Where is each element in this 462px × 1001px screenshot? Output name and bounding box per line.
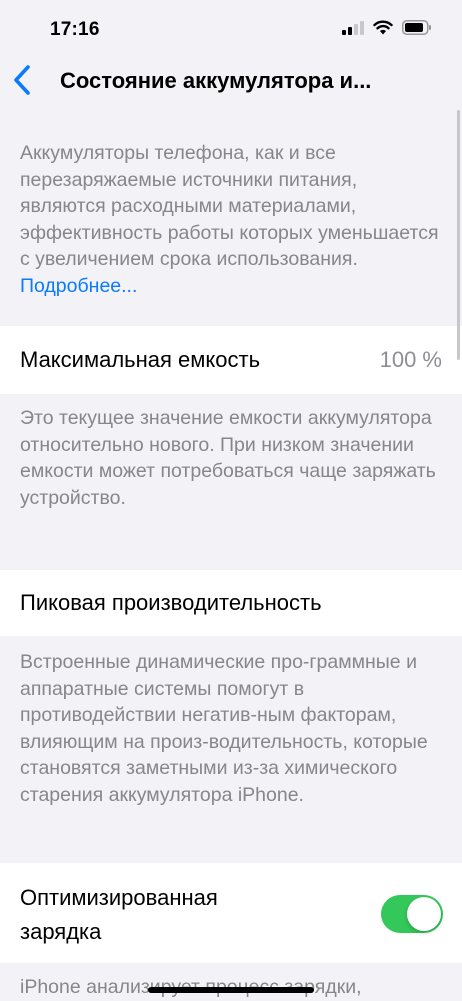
peak-performance-footnote: Встроенные динамические про-граммные и а…: [20, 651, 428, 806]
page-title: Состояние аккумулятора и...: [60, 68, 372, 93]
scroll-indicator[interactable]: [457, 110, 460, 360]
max-capacity-row: Максимальная емкость 100 %: [0, 326, 462, 394]
toggle-knob: [407, 897, 441, 931]
optimized-charging-row: Оптимизированная зарядка: [0, 863, 462, 963]
battery-icon: [402, 20, 431, 35]
peak-performance-row: Пиковая производительность: [0, 570, 462, 636]
status-bar: 17:16: [0, 0, 462, 56]
home-indicator[interactable]: [148, 987, 314, 993]
max-capacity-value: 100 %: [379, 347, 442, 372]
intro-description: Аккумуляторы телефона, как и все перезар…: [20, 142, 439, 270]
status-time: 17:16: [50, 19, 100, 40]
back-chevron-icon[interactable]: [8, 62, 38, 98]
intro-text: Аккумуляторы телефона, как и все перезар…: [20, 140, 440, 299]
status-icons: [342, 20, 432, 35]
cellular-signal-icon: [342, 20, 364, 35]
optimized-charging-toggle[interactable]: [381, 895, 443, 933]
learn-more-link[interactable]: Подробнее...: [20, 275, 137, 297]
peak-performance-label: Пиковая производительность: [20, 590, 322, 615]
max-capacity-label: Максимальная емкость: [20, 347, 261, 372]
max-capacity-footnote: Это текущее значение емкости аккумулятор…: [20, 407, 436, 509]
wifi-icon: [373, 20, 393, 35]
navigation-bar: Состояние аккумулятора и...: [0, 56, 462, 106]
optimized-charging-label: Оптимизированная зарядка: [20, 885, 218, 944]
